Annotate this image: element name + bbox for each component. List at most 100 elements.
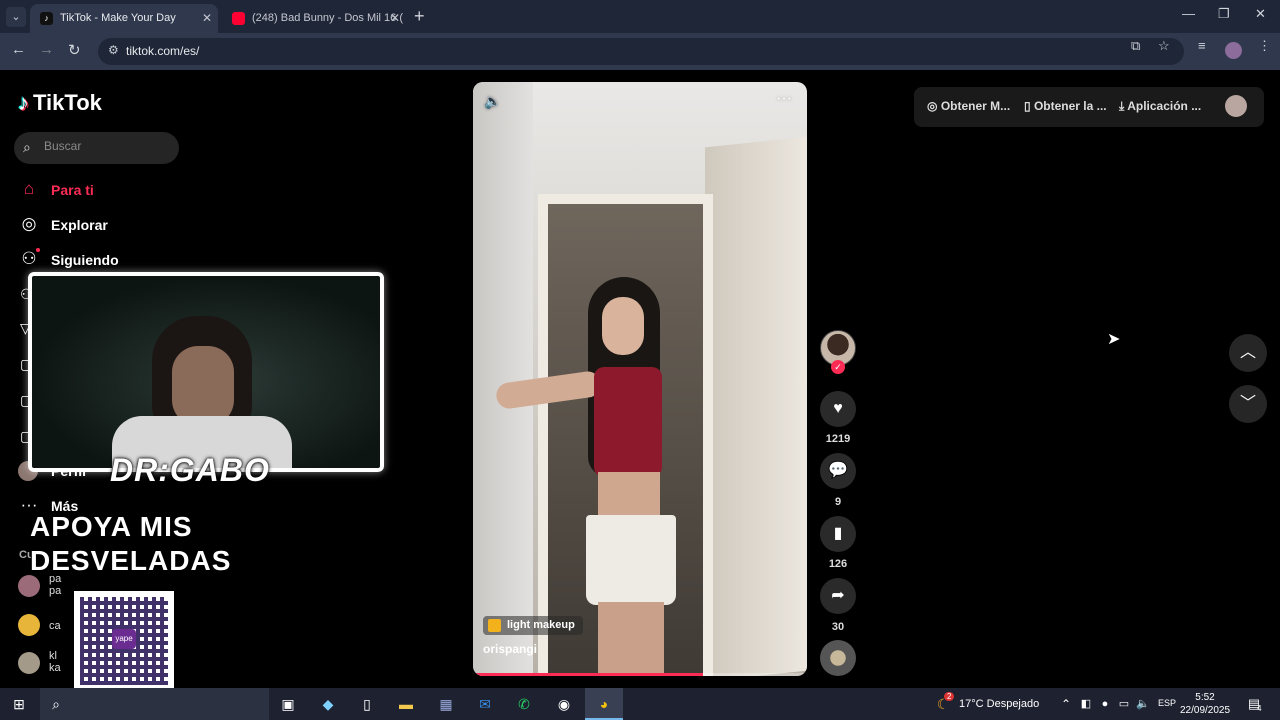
- clock-date: 22/09/2025: [1180, 705, 1231, 716]
- media-control-icon[interactable]: ≡: [1198, 38, 1206, 53]
- windows-start-icon[interactable]: ⊞: [9, 694, 29, 714]
- close-tab-icon[interactable]: ✕: [390, 4, 400, 33]
- tab-search-button[interactable]: ⌄: [6, 7, 26, 27]
- clock[interactable]: 5:52 22/09/2025: [1180, 691, 1230, 717]
- minimize-icon[interactable]: —: [1182, 6, 1195, 21]
- get-coins-button[interactable]: ◎ Obtener M...: [927, 99, 1010, 113]
- close-window-icon[interactable]: ✕: [1255, 6, 1266, 22]
- streamer-face: [172, 346, 234, 426]
- windows-taskbar: ⊞ ⌕ ▣ ◆ ▯ ▬ ▦ ✉ ✆ ◉ ◕ ☾ 2 17°C Despejado…: [0, 688, 1280, 720]
- save-count: 126: [828, 558, 848, 570]
- install-app-icon[interactable]: ⧉: [1131, 38, 1140, 54]
- desktop-app-button[interactable]: ⤓ Aplicación ...: [1119, 99, 1201, 114]
- mouse-cursor-icon: ➤: [1107, 331, 1121, 348]
- get-app-label: Obtener la ...: [1033, 99, 1107, 113]
- address-bar[interactable]: ⚙ tiktok.com/es/: [98, 38, 1184, 65]
- tab-title: TikTok - Make Your Day: [60, 12, 176, 24]
- avatar: [18, 575, 40, 597]
- like-button[interactable]: ♥: [820, 391, 856, 427]
- back-icon[interactable]: ←: [11, 41, 26, 58]
- bookmark-star-icon[interactable]: ☆: [1158, 38, 1170, 54]
- browser-tab-bar: ⌄ ♪ TikTok - Make Your Day ✕ (248) Bad B…: [0, 0, 1280, 33]
- browser-menu-icon[interactable]: ⋮: [1258, 38, 1271, 54]
- legs: [598, 602, 664, 676]
- sidebar-item-label: Para ti: [51, 182, 94, 198]
- get-app-button[interactable]: ▯ Obtener la ...: [1024, 99, 1107, 113]
- streamer-tag: DR:GABO: [110, 452, 270, 488]
- weather-text[interactable]: 17°C Despejado: [959, 698, 1039, 710]
- next-video-button[interactable]: ﹀: [1229, 385, 1267, 423]
- face: [602, 297, 644, 355]
- share-button[interactable]: ➦: [820, 578, 856, 614]
- home-icon: ⌂: [23, 179, 35, 198]
- comment-icon: 💬: [828, 462, 848, 479]
- video-author[interactable]: orispangi: [483, 642, 537, 656]
- user-avatar[interactable]: [1225, 95, 1247, 117]
- sidebar-item-label: Explorar: [51, 217, 108, 233]
- restore-icon[interactable]: ❐: [1218, 6, 1230, 22]
- language-indicator[interactable]: ESP: [1158, 698, 1176, 708]
- obs-icon[interactable]: ◉: [554, 694, 574, 714]
- tab-tiktok[interactable]: ♪ TikTok - Make Your Day ✕: [30, 4, 218, 33]
- chrome-icon: ◕: [599, 696, 609, 712]
- save-button[interactable]: ▮: [820, 516, 856, 552]
- tiktok-logo[interactable]: ♪ TikTok: [18, 90, 102, 116]
- tiktok-favicon-icon: ♪: [40, 12, 53, 25]
- file-icon[interactable]: ▯: [357, 694, 377, 714]
- desktop-app-label: Aplicación ...: [1127, 99, 1202, 113]
- meet-icon[interactable]: ◧: [1076, 694, 1096, 714]
- chevron-down-icon: ﹀: [1239, 395, 1256, 412]
- video-player[interactable]: 🔈 ··· light makeup orispangi: [473, 82, 807, 676]
- share-count: 30: [831, 621, 845, 633]
- outlook-icon[interactable]: ✉: [475, 694, 495, 714]
- video-wall: [473, 82, 533, 676]
- compass-icon: ◎: [21, 214, 37, 233]
- taskbar-search[interactable]: ⌕: [40, 688, 269, 720]
- volume-icon[interactable]: 🔈: [484, 93, 501, 110]
- comment-button[interactable]: 💬: [820, 453, 856, 489]
- following-icon: ⚇: [21, 249, 37, 268]
- heart-icon: ♥: [833, 400, 843, 417]
- copilot-icon[interactable]: ◆: [318, 694, 338, 714]
- network-icon[interactable]: ▭: [1114, 694, 1134, 714]
- new-tab-button[interactable]: +: [414, 6, 425, 26]
- notification-dot: [36, 248, 40, 252]
- progress-fill: [473, 673, 704, 676]
- yape-qr-code: yape: [74, 591, 174, 698]
- effect-tag[interactable]: light makeup: [483, 616, 583, 635]
- browser-toolbar: ← → ↻ ⚙ tiktok.com/es/ ⧉ ☆ ≡ ⋮: [0, 33, 1280, 70]
- chevron-up-icon: ︿: [1239, 344, 1256, 361]
- store-icon[interactable]: ▦: [436, 694, 456, 714]
- site-info-icon[interactable]: ⚙: [108, 43, 119, 57]
- reload-icon[interactable]: ↻: [68, 41, 81, 59]
- follow-check-icon[interactable]: ✓: [831, 360, 845, 374]
- chrome-taskbar-button[interactable]: ◕: [585, 688, 623, 720]
- video-more-icon[interactable]: ···: [776, 90, 792, 108]
- task-view-icon[interactable]: ▣: [278, 694, 298, 714]
- whatsapp-icon[interactable]: ✆: [514, 694, 534, 714]
- clock-time: 5:52: [1195, 692, 1215, 703]
- get-coins-label: Obtener M...: [940, 99, 1011, 113]
- tray-expand-icon[interactable]: ⌃: [1056, 694, 1076, 714]
- browser-profile-avatar[interactable]: [1225, 42, 1242, 59]
- tab-youtube[interactable]: (248) Bad Bunny - Dos Mil 16 ( ✕: [222, 4, 406, 33]
- microphone-icon[interactable]: ●: [1095, 694, 1115, 714]
- close-tab-icon[interactable]: ✕: [202, 4, 212, 33]
- webcam-overlay: [28, 272, 384, 472]
- yape-logo: yape: [112, 629, 136, 649]
- effect-label: light makeup: [507, 619, 575, 631]
- previous-video-button[interactable]: ︿: [1229, 334, 1267, 372]
- volume-icon[interactable]: 🔈: [1133, 694, 1153, 714]
- skirt: [586, 515, 676, 605]
- file-explorer-icon[interactable]: ▬: [396, 694, 416, 714]
- video-subject: [494, 277, 698, 676]
- forward-icon[interactable]: →: [39, 41, 54, 58]
- comment-count: 9: [834, 496, 842, 508]
- music-disc[interactable]: [820, 640, 856, 676]
- search-icon: ⌕: [23, 139, 31, 155]
- search-input[interactable]: [44, 139, 169, 153]
- top: [594, 367, 662, 477]
- logo-text: TikTok: [33, 90, 102, 115]
- video-progress-bar[interactable]: [473, 673, 807, 676]
- search-box[interactable]: ⌕: [14, 132, 179, 164]
